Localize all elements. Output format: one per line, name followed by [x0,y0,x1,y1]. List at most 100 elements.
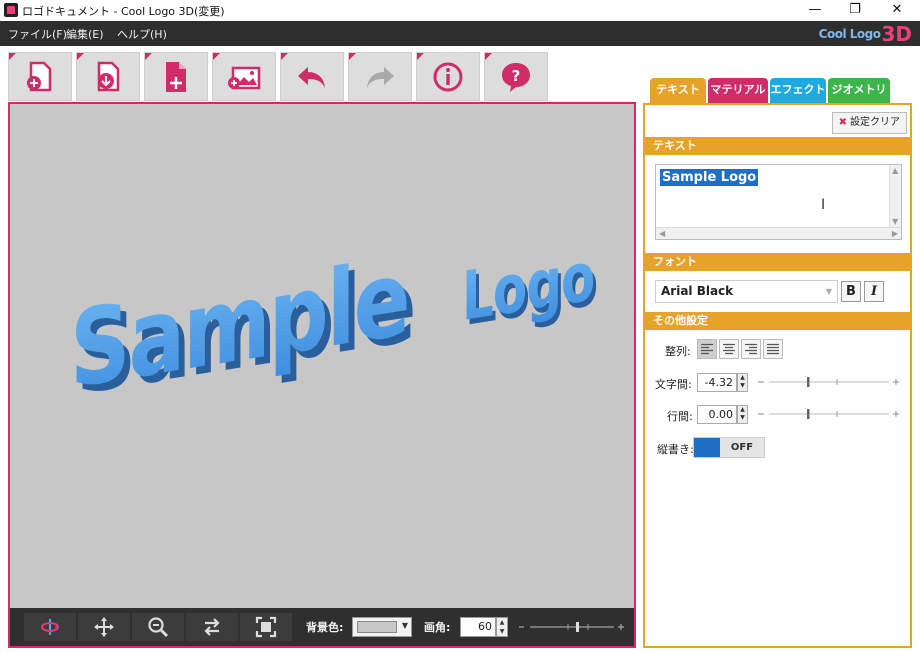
redo-button[interactable] [348,52,412,101]
tab-text[interactable]: テキスト [650,78,706,103]
menu-help[interactable]: ヘルプ(H) [117,26,167,42]
spacing-label: 文字間: [655,378,692,391]
fov-label: 画角: [424,621,451,634]
fit-icon [255,616,277,638]
fov-input[interactable]: 60 [460,617,496,637]
add-page-button[interactable] [144,52,208,101]
swap-button[interactable] [186,613,238,641]
text-cursor-icon: Ⅰ [821,197,826,213]
fit-view-button[interactable] [240,613,292,641]
italic-button[interactable]: I [864,281,884,302]
3d-viewport[interactable]: Sample Sample Logo Logo [10,104,634,608]
font-select[interactable]: Arial Black ▼ [655,280,838,303]
minimize-button[interactable]: — [800,0,830,21]
section-text: テキスト [645,137,910,155]
char-spacing-slider[interactable] [757,376,899,388]
line-spacing-input[interactable]: 0.00 [697,405,737,424]
tab-effect[interactable]: エフェクト [770,78,826,103]
svg-text:?: ? [512,67,521,85]
zoom-button[interactable] [132,613,184,641]
align-left-icon [701,343,713,355]
restore-button[interactable]: ❐ [840,0,870,21]
close-button[interactable]: ✕ [882,0,912,21]
clear-settings-button[interactable]: ✖ 設定クリア [831,112,907,134]
app-icon [4,3,18,17]
info-icon [433,62,463,91]
view-toolbar: 背景色: ▼ 画角: 60 ▲ ▼ [10,608,634,646]
menu-file[interactable]: ファイル(F) [8,26,67,42]
move-button[interactable] [78,613,130,641]
align-left-button[interactable] [697,339,717,359]
vertical-writing-label: 縦書き: [657,443,694,456]
move-icon [94,617,114,637]
chevron-down-icon: ▼ [825,287,832,296]
save-button[interactable] [76,52,140,101]
section-font: フォント [645,253,910,271]
char-spacing-input[interactable]: -4.32 [697,373,737,392]
add-image-button[interactable] [212,52,276,101]
app-window: ロゴドキュメント - Cool Logo 3D(変更) — ❐ ✕ ファイル(F… [0,0,920,652]
swap-icon [204,618,220,636]
title-bar: ロゴドキュメント - Cool Logo 3D(変更) — ❐ ✕ [0,0,920,21]
align-right-button[interactable] [741,339,761,359]
align-justify-button[interactable] [763,339,783,359]
scroll-left-icon: ◀ [659,229,666,238]
help-icon: ? [502,62,530,92]
undo-button[interactable] [280,52,344,101]
toggle-knob [694,438,720,457]
toggle-state: OFF [730,442,754,453]
redo-icon [367,66,394,88]
info-button[interactable] [416,52,480,101]
panel-tabs: テキスト マテリアル エフェクト ジオメトリ [644,76,912,104]
viewport-frame: Sample Sample Logo Logo 背景色: ▼ 画角: 60 ▲ … [8,102,636,648]
3d-logo: Sample Sample Logo Logo [70,236,597,419]
line-spacing-slider[interactable] [757,408,899,420]
selected-text: Sample Logo [660,169,759,186]
add-page-icon [166,61,186,92]
rotate-icon [41,619,59,635]
undo-icon [298,66,325,88]
bgcolor-picker[interactable]: ▼ [352,617,412,637]
line-spacing-label: 行間: [667,410,693,423]
bgcolor-label: 背景色: [306,621,344,634]
new-document-button[interactable] [8,52,72,101]
line-spacing-spinner[interactable]: ▲ ▼ [737,405,748,424]
clear-settings-label: 設定クリア [850,117,900,128]
text-vertical-scrollbar[interactable]: ▲ ▼ [889,165,901,227]
download-icon [97,61,120,91]
tab-material[interactable]: マテリアル [708,78,768,103]
help-button[interactable]: ? [484,52,548,101]
vertical-writing-toggle[interactable]: OFF [693,437,765,458]
brand-logo: Cool Logo 3D [819,23,912,44]
text-horizontal-scrollbar[interactable]: ◀ ▶ [656,227,901,239]
chevron-down-icon: ▼ [401,621,408,630]
new-document-icon [27,61,52,91]
section-other: その他設定 [645,312,910,330]
fov-spinner[interactable]: ▲ ▼ [496,617,508,637]
scroll-right-icon: ▶ [891,229,898,238]
align-label: 整列: [665,345,691,358]
scroll-up-icon: ▲ [892,166,899,175]
brand-3d: 3D [881,21,912,46]
window-title: ロゴドキュメント - Cool Logo 3D(変更) [22,5,225,18]
rotate-button[interactable] [24,613,76,641]
main-toolbar: ? [0,46,640,102]
clear-x-icon: ✖ [838,117,847,128]
bgcolor-swatch [357,621,397,633]
menu-edit[interactable]: 編集(E) [66,26,104,42]
brand-text: Cool Logo [818,26,881,41]
menu-bar: ファイル(F) 編集(E) ヘルプ(H) Cool Logo 3D [0,21,920,46]
align-right-icon [745,343,757,355]
settings-panel: ✖ 設定クリア テキスト Sample Logo ▲ ▼ ◀ ▶ Ⅰ フォント A… [643,103,912,648]
bold-button[interactable]: B [841,281,861,302]
add-image-icon [228,66,261,89]
char-spacing-spinner[interactable]: ▲ ▼ [737,373,748,392]
align-center-button[interactable] [719,339,739,359]
align-center-icon [723,343,735,355]
tab-geometry[interactable]: ジオメトリ [828,78,890,103]
font-select-value: Arial Black [661,284,734,298]
zoom-icon [148,617,169,638]
logo-text-input[interactable]: Sample Logo ▲ ▼ ◀ ▶ [655,164,902,240]
align-justify-icon [767,343,779,355]
fov-slider[interactable] [518,621,624,633]
